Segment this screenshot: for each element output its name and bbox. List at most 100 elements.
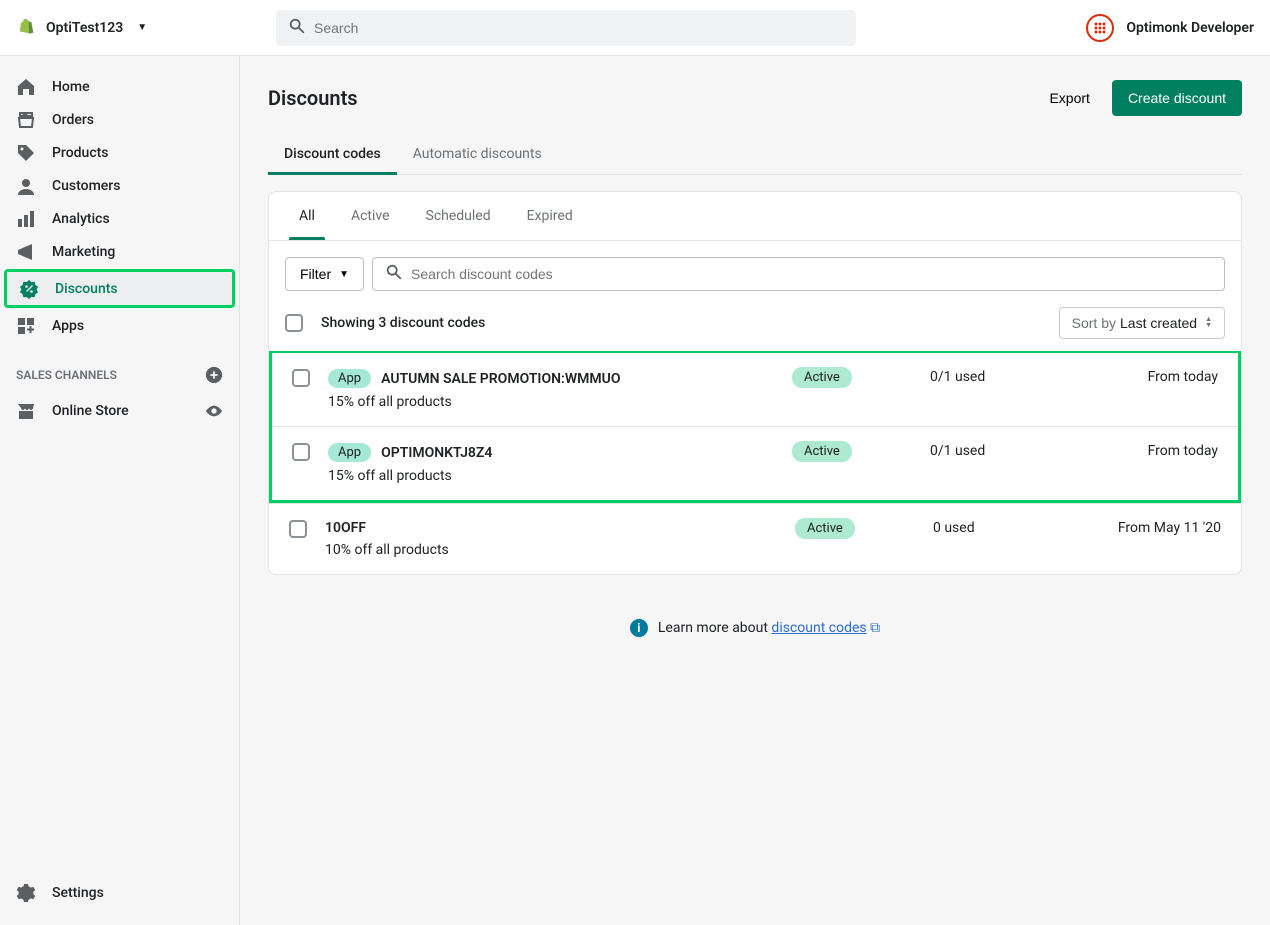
info-icon: i [630, 619, 648, 637]
main-content: Discounts Export Create discount Discoun… [240, 56, 1270, 661]
discount-title: AUTUMN SALE PROMOTION:WMMUO [381, 371, 620, 387]
search-icon [385, 263, 403, 285]
table-row[interactable]: App OPTIMONKTJ8Z4 15% off all products A… [272, 426, 1238, 500]
page-header: Discounts Export Create discount [268, 80, 1242, 116]
store-icon [16, 401, 36, 421]
sort-value: Last created [1120, 315, 1197, 331]
discount-title: 10OFF [325, 520, 366, 536]
app-badge: App [328, 369, 371, 388]
sidebar-item-products[interactable]: Products [0, 136, 239, 169]
filter-button[interactable]: Filter ▼ [285, 257, 364, 291]
row-checkbox[interactable] [292, 443, 310, 461]
filter-tab-scheduled[interactable]: Scheduled [408, 192, 509, 240]
sidebar-item-label: Products [52, 145, 109, 161]
used-count: 0/1 used [930, 369, 1070, 385]
sidebar-item-label: Discounts [55, 281, 118, 297]
discount-desc: 15% off all products [328, 394, 774, 410]
export-button[interactable]: Export [1049, 90, 1089, 106]
row-checkbox[interactable] [289, 520, 307, 538]
user-avatar-icon [1086, 14, 1114, 42]
date-range: From today [1088, 443, 1218, 459]
learn-more-footer: i Learn more about discount codes ⧉ [268, 619, 1242, 637]
tab-automatic-discounts[interactable]: Automatic discounts [397, 134, 558, 174]
filter-button-label: Filter [300, 266, 331, 282]
sort-arrows-icon: ▲▼ [1205, 317, 1212, 329]
discount-desc: 15% off all products [328, 468, 774, 484]
page-title: Discounts [268, 86, 358, 110]
discounts-table: App AUTUMN SALE PROMOTION:WMMUO 15% off … [269, 351, 1241, 574]
sidebar-channel-online-store[interactable]: Online Store [0, 394, 239, 427]
analytics-icon [16, 209, 36, 229]
apps-icon [16, 316, 36, 336]
top-bar: OptiTest123 ▼ Optimonk Developer [0, 0, 1270, 56]
table-row[interactable]: App AUTUMN SALE PROMOTION:WMMUO 15% off … [272, 353, 1238, 426]
filter-tab-all[interactable]: All [281, 192, 333, 240]
select-all-checkbox[interactable] [285, 314, 303, 332]
add-channel-button[interactable] [205, 366, 223, 384]
filter-tab-expired[interactable]: Expired [509, 192, 591, 240]
table-summary-row: Showing 3 discount codes Sort by Last cr… [269, 307, 1241, 351]
page-tabs: Discount codes Automatic discounts [268, 134, 1242, 175]
search-discount-input[interactable] [411, 266, 1212, 282]
settings-label: Settings [52, 885, 104, 901]
sidebar: Home Orders Products Customers Analytics… [0, 56, 240, 925]
gear-icon [16, 883, 36, 903]
shopify-logo-icon [16, 18, 36, 38]
date-range: From May 11 '20 [1091, 520, 1221, 536]
discounts-card: All Active Scheduled Expired Filter ▼ Sh… [268, 191, 1242, 575]
status-badge: Active [795, 518, 855, 539]
sidebar-settings[interactable]: Settings [0, 876, 239, 909]
filter-row: Filter ▼ [269, 241, 1241, 307]
sidebar-item-label: Marketing [52, 244, 115, 260]
used-count: 0 used [933, 520, 1073, 536]
create-discount-button[interactable]: Create discount [1112, 80, 1242, 116]
status-badge: Active [792, 367, 852, 388]
tab-discount-codes[interactable]: Discount codes [268, 134, 397, 174]
marketing-icon [16, 242, 36, 262]
learn-more-prefix: Learn more about [658, 620, 772, 636]
status-badge: Active [792, 441, 852, 462]
filter-tab-active[interactable]: Active [333, 192, 408, 240]
global-search-input[interactable] [314, 20, 844, 36]
sidebar-item-orders[interactable]: Orders [0, 103, 239, 136]
date-range: From today [1088, 369, 1218, 385]
used-count: 0/1 used [930, 443, 1070, 459]
sidebar-item-analytics[interactable]: Analytics [0, 202, 239, 235]
discount-desc: 10% off all products [325, 542, 777, 558]
user-name: Optimonk Developer [1126, 20, 1254, 36]
sidebar-item-label: Orders [52, 112, 94, 128]
store-switcher[interactable]: OptiTest123 ▼ [16, 18, 216, 38]
summary-text: Showing 3 discount codes [321, 315, 485, 331]
channel-label: Online Store [52, 403, 129, 419]
orders-icon [16, 110, 36, 130]
sidebar-item-home[interactable]: Home [0, 70, 239, 103]
user-menu[interactable]: Optimonk Developer [1086, 14, 1254, 42]
sort-prefix: Sort by [1072, 315, 1116, 331]
discount-title: OPTIMONKTJ8Z4 [381, 445, 492, 461]
products-icon [16, 143, 36, 163]
sidebar-item-label: Customers [52, 178, 120, 194]
sidebar-item-marketing[interactable]: Marketing [0, 235, 239, 268]
caret-down-icon: ▼ [339, 269, 349, 280]
sidebar-item-customers[interactable]: Customers [0, 169, 239, 202]
global-search[interactable] [276, 10, 856, 46]
sidebar-item-label: Home [52, 79, 90, 95]
search-icon [288, 17, 306, 39]
filter-tabs: All Active Scheduled Expired [269, 192, 1241, 241]
sales-channels-header: SALES CHANNELS [0, 342, 239, 394]
sort-button[interactable]: Sort by Last created ▲▼ [1059, 307, 1225, 339]
customers-icon [16, 176, 36, 196]
learn-more-link[interactable]: discount codes [771, 620, 866, 636]
search-discount-codes[interactable] [372, 257, 1225, 291]
view-store-icon[interactable] [205, 402, 223, 420]
sidebar-item-apps[interactable]: Apps [0, 309, 239, 342]
caret-down-icon: ▼ [137, 22, 147, 33]
table-row[interactable]: 10OFF 10% off all products Active 0 used… [269, 504, 1241, 574]
store-name: OptiTest123 [46, 20, 123, 36]
row-checkbox[interactable] [292, 369, 310, 387]
sidebar-item-label: Analytics [52, 211, 110, 227]
external-link-icon: ⧉ [870, 620, 880, 636]
discounts-icon [19, 279, 39, 299]
sidebar-item-discounts[interactable]: Discounts [7, 272, 232, 305]
highlighted-rows: App AUTUMN SALE PROMOTION:WMMUO 15% off … [269, 351, 1241, 503]
